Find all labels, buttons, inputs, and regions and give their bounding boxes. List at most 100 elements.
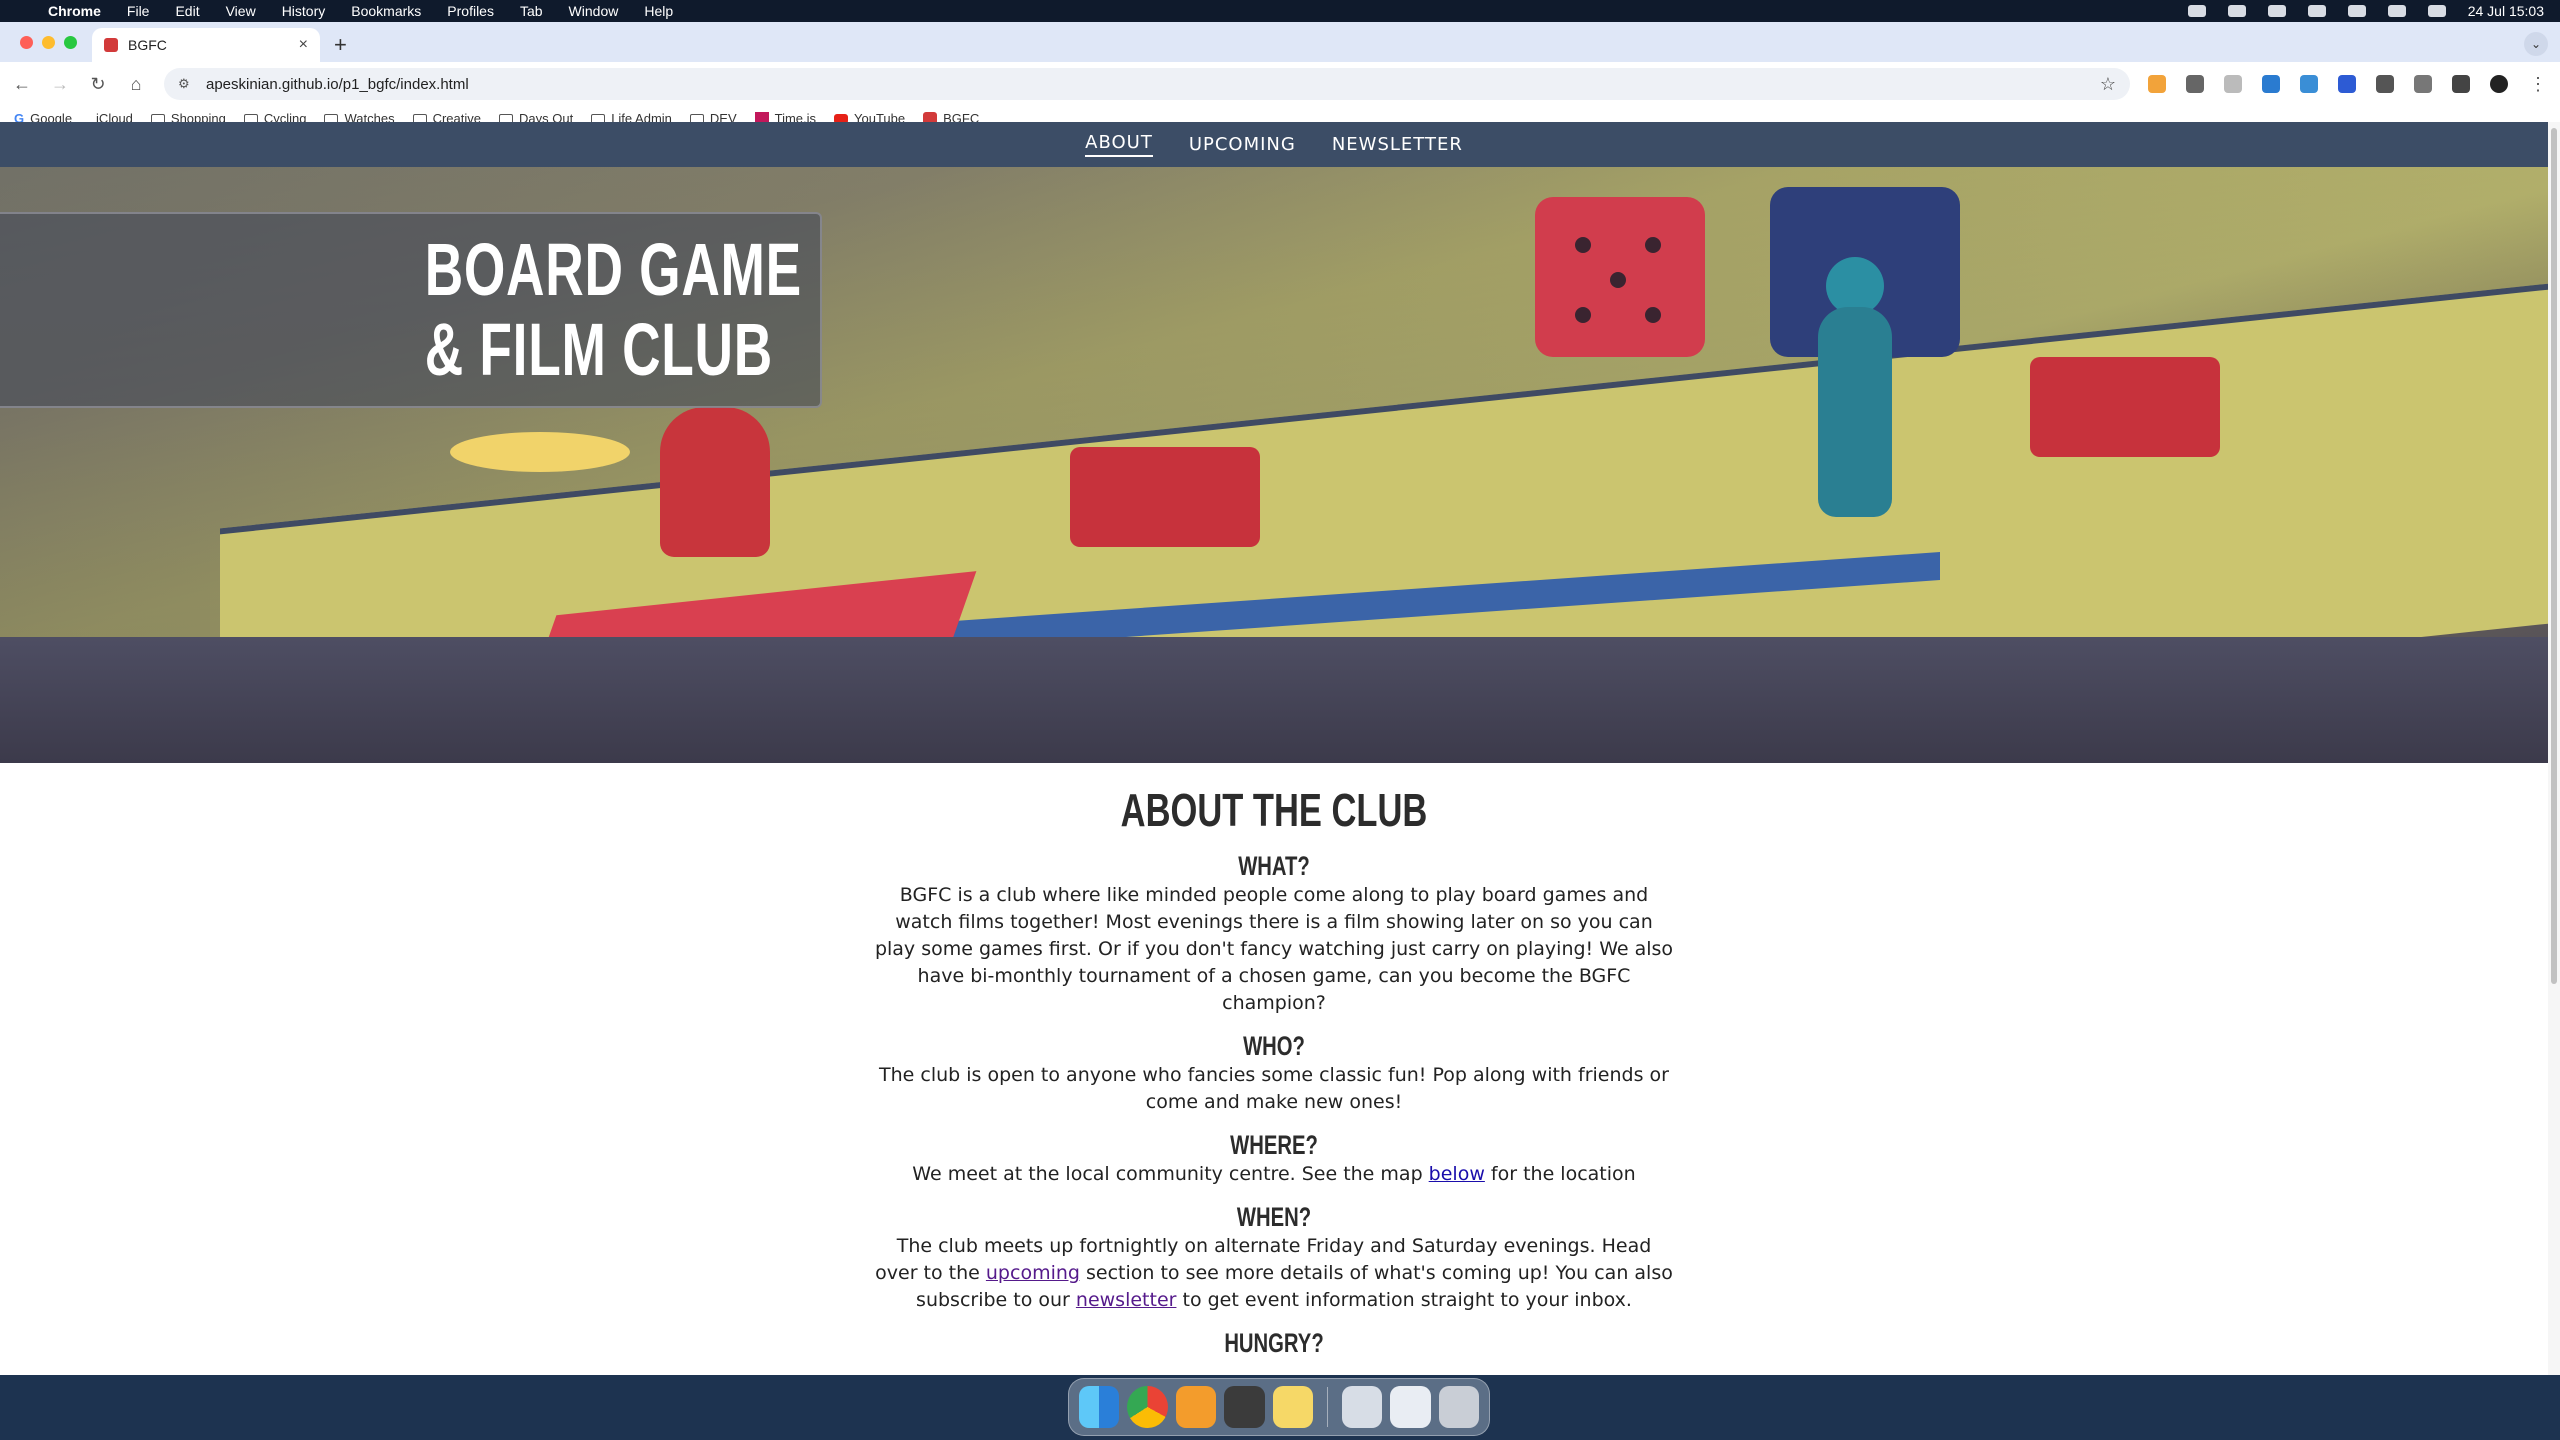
bookmark-star-icon[interactable]: ☆	[2100, 74, 2116, 95]
control-center-icon[interactable]	[2427, 5, 2446, 17]
menu-window[interactable]: Window	[569, 3, 619, 19]
hero-table	[0, 637, 2548, 763]
close-tab-icon[interactable]: ×	[299, 36, 308, 54]
who-heading: WHO?	[1243, 1031, 1305, 1061]
extension-image-icon[interactable]	[2300, 75, 2318, 93]
menu-edit[interactable]: Edit	[175, 3, 199, 19]
where-text-part: for the location	[1484, 1163, 1636, 1185]
hero-title: BOARD GAME & FILM CLUB	[425, 230, 802, 390]
bgfc-favicon-icon	[104, 38, 118, 52]
extension-pen-icon[interactable]	[2186, 75, 2204, 93]
menu-bookmarks[interactable]: Bookmarks	[351, 3, 421, 19]
window-controls	[20, 36, 77, 49]
record-icon[interactable]	[2267, 5, 2286, 17]
dock-document-icon[interactable]	[1390, 1386, 1431, 1428]
where-text-part: We meet at the local community centre. S…	[912, 1163, 1429, 1185]
tab-strip: BGFC × + ⌄	[0, 22, 2560, 62]
when-text: The club meets up fortnightly on alterna…	[874, 1233, 1674, 1314]
die-pip	[1645, 237, 1661, 253]
nav-newsletter[interactable]: NEWSLETTER	[1332, 134, 1463, 155]
hero-title-line-2: & FILM CLUB	[424, 308, 774, 391]
vpn-icon[interactable]	[2307, 5, 2326, 17]
site-info-icon[interactable]: ⚙	[178, 76, 194, 92]
hero-title-box: BOARD GAME & FILM CLUB	[0, 212, 822, 408]
what-text: BGFC is a club where like minded people …	[874, 884, 1674, 1014]
menu-history[interactable]: History	[282, 3, 326, 19]
downloads-icon[interactable]	[2452, 75, 2470, 93]
extensions-puzzle-icon[interactable]	[2414, 75, 2432, 93]
when-text-part: to get event information straight to you…	[1176, 1289, 1632, 1311]
where-text: We meet at the local community centre. S…	[874, 1161, 1674, 1188]
notes-icon[interactable]	[1272, 1386, 1313, 1428]
dock-window-thumbnail-icon[interactable]	[1341, 1386, 1383, 1428]
macos-dock	[1068, 1378, 1490, 1436]
where-heading: WHERE?	[1230, 1130, 1318, 1160]
die-pip	[1610, 272, 1626, 288]
zoom-window-button[interactable]	[64, 36, 77, 49]
hungry-heading: HUNGRY?	[1224, 1328, 1324, 1358]
menu-app-name[interactable]: Chrome	[48, 3, 101, 19]
hero-red-die	[1535, 197, 1705, 357]
scrollbar-thumb[interactable]	[2551, 128, 2557, 984]
url-text[interactable]: apeskinian.github.io/p1_bgfc/index.html	[206, 76, 469, 93]
menu-profiles[interactable]: Profiles	[447, 3, 494, 19]
die-pip	[1575, 237, 1591, 253]
page-viewport: ABOUT UPCOMING NEWSLETTER BOARD GAME & F…	[0, 122, 2548, 1375]
close-window-button[interactable]	[20, 36, 33, 49]
extension-camera-icon[interactable]	[2376, 75, 2394, 93]
more-menu-icon[interactable]: ⋮	[2528, 74, 2548, 95]
extensions-area: ⋮	[2148, 74, 2548, 95]
who-text: The club is open to anyone who fancies s…	[879, 1064, 1669, 1113]
pawn-body	[1818, 307, 1892, 517]
wifi-icon[interactable]	[2387, 5, 2406, 17]
nav-about[interactable]: ABOUT	[1085, 132, 1153, 157]
extension-grey-icon[interactable]	[2224, 75, 2242, 93]
hero-red-house	[1070, 447, 1260, 547]
about-section: ABOUT THE CLUB WHAT? BGFC is a club wher…	[874, 783, 1674, 1359]
cloud-icon[interactable]	[2187, 5, 2206, 17]
extension-m-icon[interactable]	[2338, 75, 2356, 93]
map-link[interactable]: below	[1429, 1163, 1485, 1185]
hero-red-house	[2030, 357, 2220, 457]
menu-view[interactable]: View	[226, 3, 256, 19]
nav-upcoming[interactable]: UPCOMING	[1189, 134, 1296, 155]
macos-menu-bar: Chrome File Edit View History Bookmarks …	[0, 0, 2560, 22]
menubar-clock[interactable]: 24 Jul 15:03	[2468, 3, 2544, 19]
chevron-down-icon[interactable]: ⌄	[2524, 32, 2548, 56]
hero-red-pawn	[660, 407, 770, 557]
address-bar[interactable]: ⚙ apeskinian.github.io/p1_bgfc/index.htm…	[164, 68, 2130, 100]
sublime-merge-icon[interactable]	[1175, 1386, 1217, 1428]
when-heading: WHEN?	[1236, 1202, 1312, 1232]
finder-icon[interactable]	[1079, 1386, 1120, 1428]
die-pip	[1645, 307, 1661, 323]
forward-icon[interactable]: →	[50, 74, 70, 95]
menu-help[interactable]: Help	[644, 3, 673, 19]
new-tab-icon[interactable]: +	[334, 32, 347, 58]
reload-icon[interactable]: ↻	[88, 74, 108, 95]
tab-title: BGFC	[128, 37, 167, 53]
hero-title-line-1: BOARD GAME	[424, 228, 802, 311]
browser-toolbar: ← → ↻ ⌂ ⚙ apeskinian.github.io/p1_bgfc/i…	[0, 62, 2560, 106]
tab-bgfc[interactable]: BGFC ×	[92, 28, 320, 62]
chrome-icon[interactable]	[1127, 1386, 1168, 1428]
site-nav: ABOUT UPCOMING NEWSLETTER	[0, 122, 2548, 167]
extension-crop-icon[interactable]	[2262, 75, 2280, 93]
battery-icon[interactable]	[2347, 5, 2366, 17]
minimize-window-button[interactable]	[42, 36, 55, 49]
horse-app-icon[interactable]	[1224, 1386, 1265, 1428]
profile-avatar[interactable]	[2490, 75, 2508, 93]
extension-orange-icon[interactable]	[2148, 75, 2166, 93]
menu-file[interactable]: File	[127, 3, 150, 19]
trash-icon[interactable]	[1438, 1386, 1479, 1428]
menu-tab[interactable]: Tab	[520, 3, 543, 19]
back-icon[interactable]: ←	[12, 74, 32, 95]
die-pip	[1575, 307, 1591, 323]
hero-sun-shape	[450, 432, 630, 472]
hero-blue-pawn	[1810, 257, 1900, 537]
hero-banner: BOARD GAME & FILM CLUB	[0, 167, 2548, 763]
upcoming-link[interactable]: upcoming	[986, 1262, 1080, 1284]
home-icon[interactable]: ⌂	[126, 74, 146, 95]
card-icon[interactable]	[2227, 5, 2246, 17]
newsletter-link[interactable]: newsletter	[1076, 1289, 1177, 1311]
page-scrollbar[interactable]	[2548, 122, 2560, 1375]
